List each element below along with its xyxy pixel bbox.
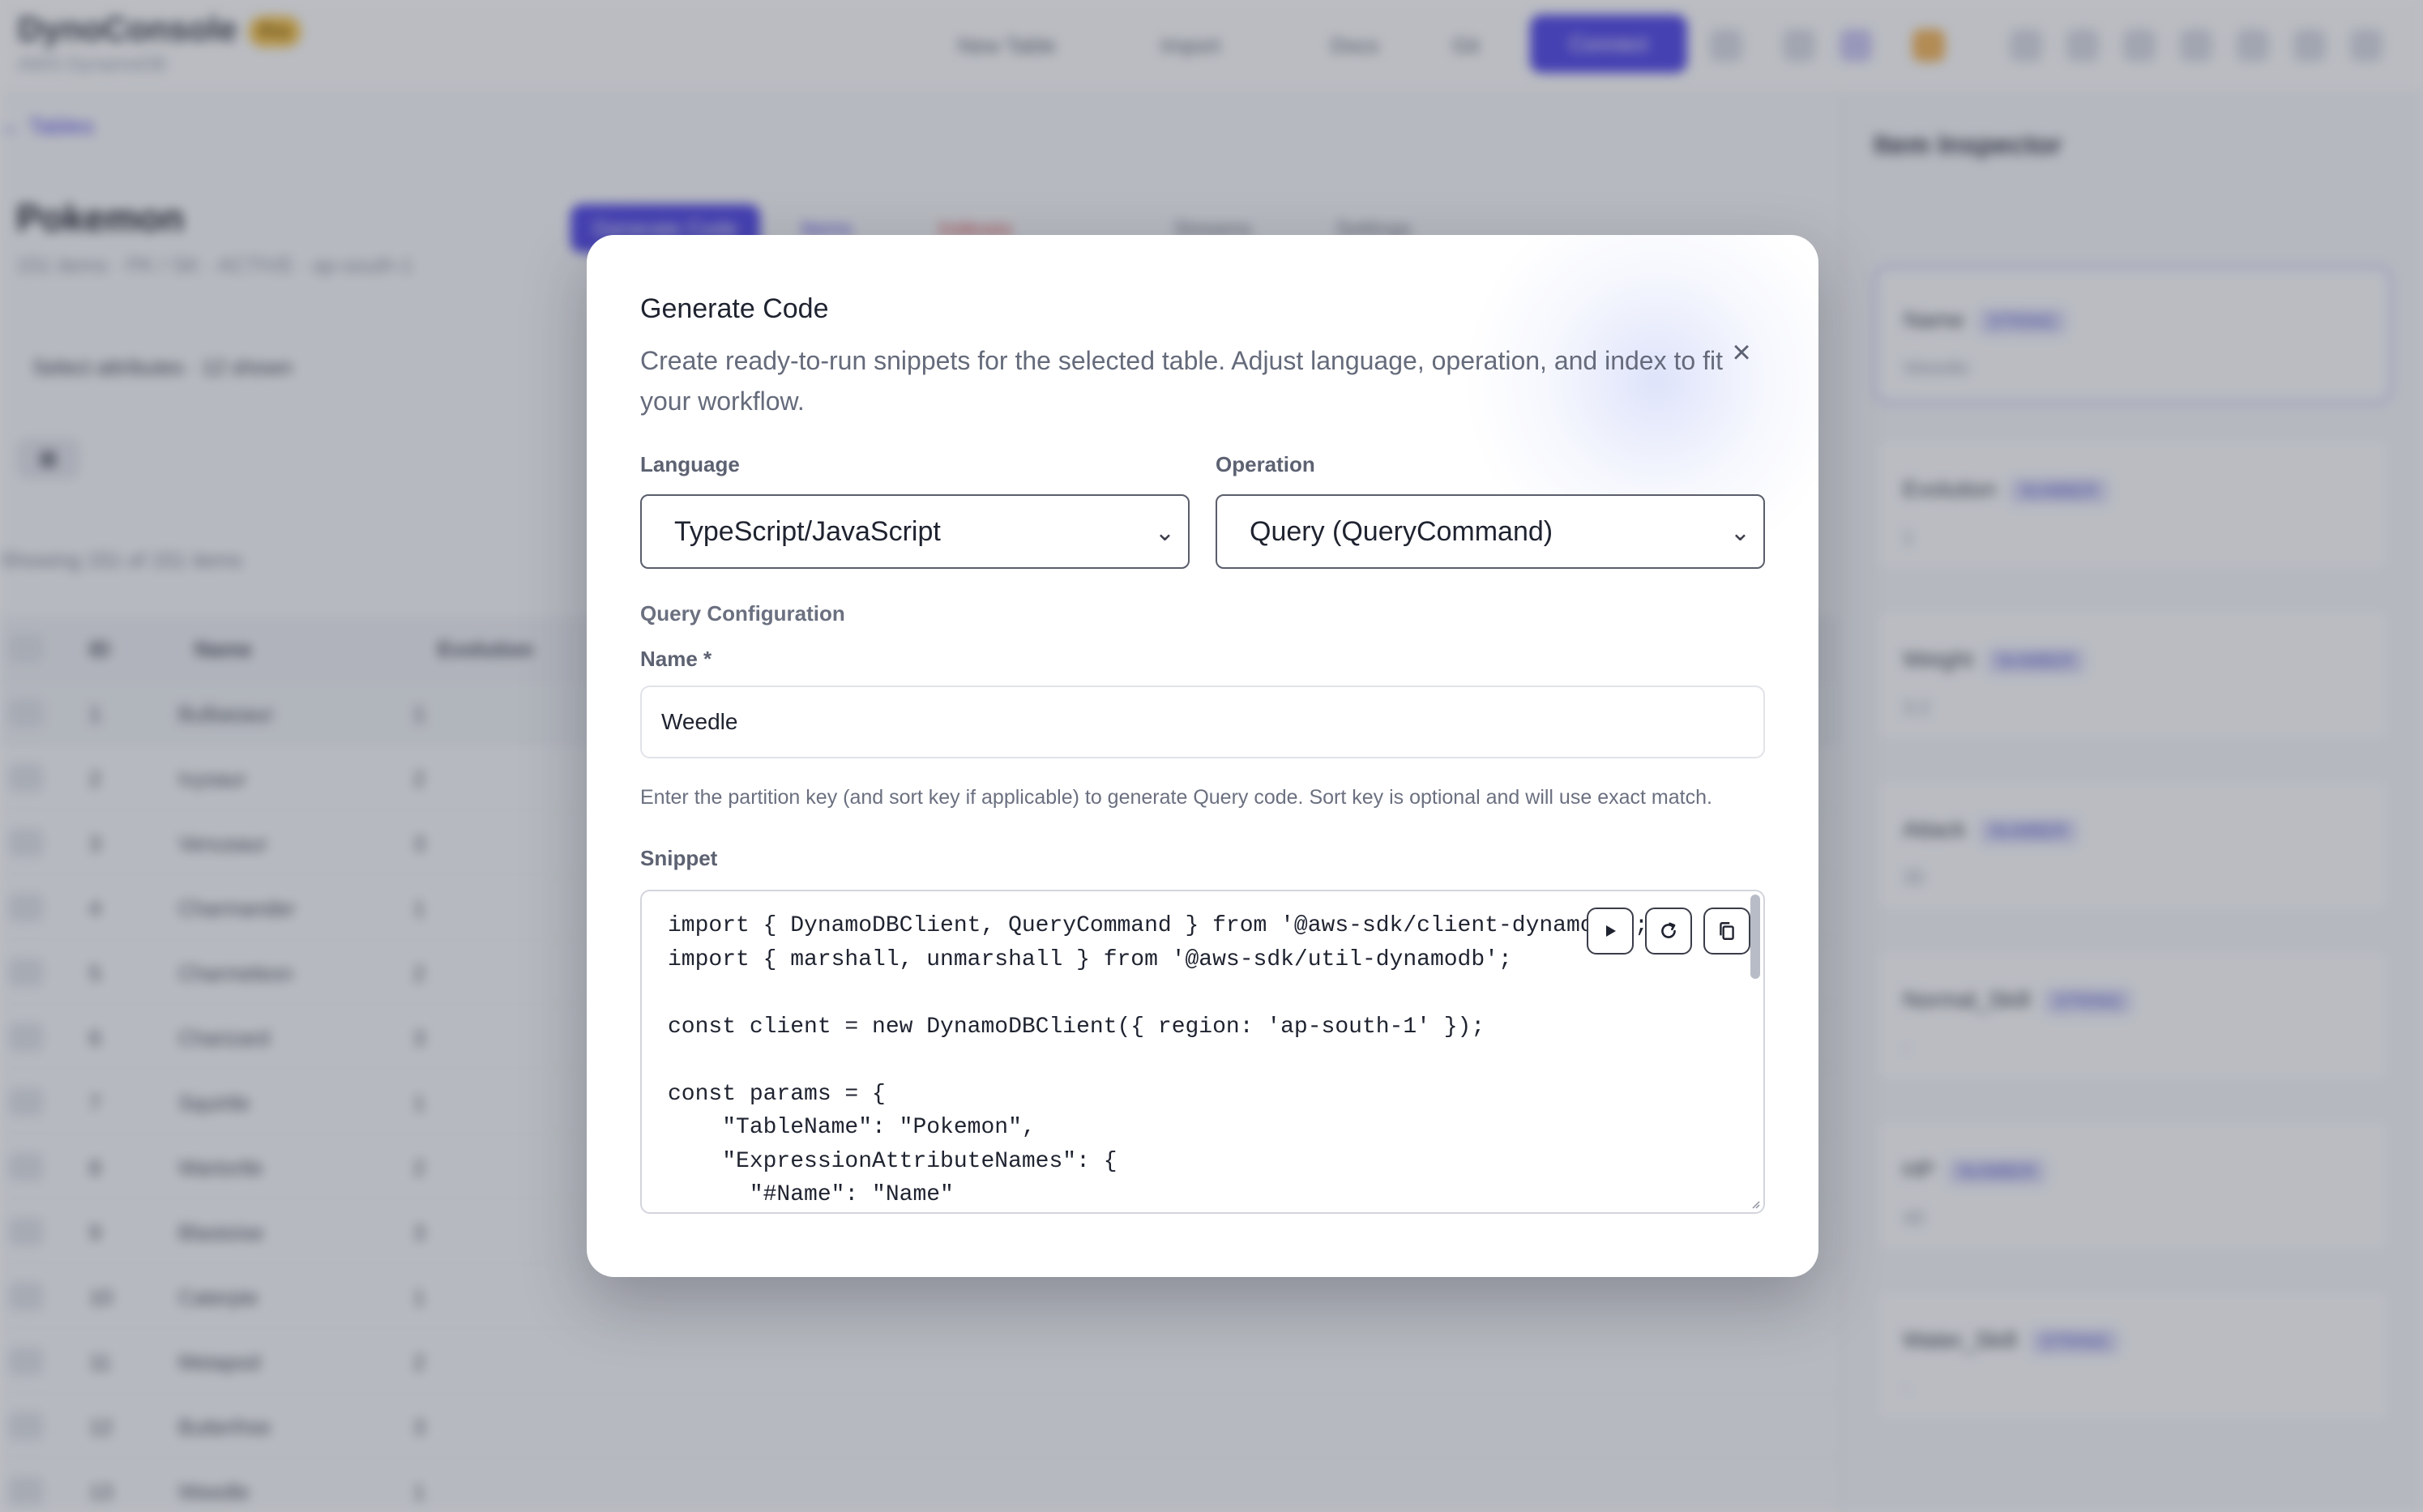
- language-label: Language: [640, 452, 740, 476]
- language-select[interactable]: TypeScript/JavaScript ⌄: [640, 494, 1190, 569]
- name-field-label: Name *: [640, 647, 712, 671]
- refresh-icon[interactable]: [1645, 908, 1692, 955]
- resize-handle-icon[interactable]: [1749, 1198, 1760, 1209]
- dialog-title: Generate Code: [640, 293, 829, 324]
- language-value: TypeScript/JavaScript: [674, 516, 941, 547]
- chevron-down-icon: ⌄: [1154, 519, 1175, 546]
- name-field[interactable]: Weedle: [640, 686, 1765, 758]
- snippet-scrollbar[interactable]: [1750, 895, 1760, 979]
- operation-value: Query (QueryCommand): [1250, 516, 1553, 547]
- snippet-label: Snippet: [640, 846, 718, 870]
- close-icon[interactable]: ×: [1721, 332, 1762, 373]
- snippet-code[interactable]: import { DynamoDBClient, QueryCommand } …: [668, 909, 1648, 1212]
- operation-label: Operation: [1216, 452, 1315, 476]
- copy-icon[interactable]: [1703, 908, 1750, 955]
- play-icon[interactable]: [1587, 908, 1634, 955]
- operation-select[interactable]: Query (QueryCommand) ⌄: [1216, 494, 1765, 569]
- chevron-down-icon: ⌄: [1729, 519, 1750, 546]
- generate-code-dialog: Generate Code Create ready-to-run snippe…: [587, 235, 1818, 1277]
- query-help-text: Enter the partition key (and sort key if…: [640, 786, 1712, 809]
- dialog-description: Create ready-to-run snippets for the sel…: [640, 346, 1723, 416]
- query-configuration-heading: Query Configuration: [640, 601, 845, 626]
- snippet-editor[interactable]: import { DynamoDBClient, QueryCommand } …: [640, 890, 1765, 1214]
